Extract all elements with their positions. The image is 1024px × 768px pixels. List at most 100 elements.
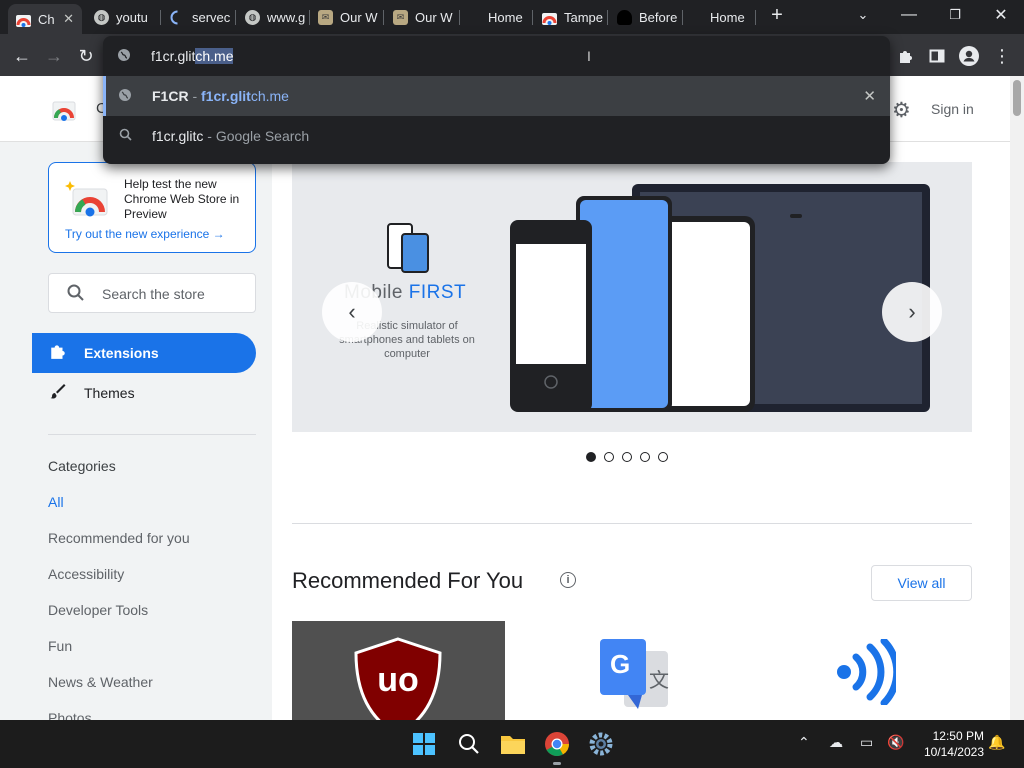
restore-icon[interactable]: ❐ bbox=[932, 0, 978, 30]
category-all[interactable]: All bbox=[48, 494, 64, 510]
forward-icon[interactable]: → bbox=[40, 42, 68, 70]
tab-strip: Ch ✕ ◍ youtu servec ◍ www.g ✉ Our W ✉ Ou… bbox=[0, 0, 1024, 34]
scrollbar-thumb[interactable] bbox=[1013, 80, 1021, 116]
extension-card-volume-master[interactable] bbox=[760, 621, 973, 720]
display-icon[interactable]: ▭ bbox=[860, 734, 873, 751]
try-preview-link[interactable]: Try out the new experience → bbox=[65, 227, 225, 241]
clock-date: 10/14/2023 bbox=[923, 745, 984, 759]
devices-illustration bbox=[510, 184, 930, 412]
globe-icon: ◍ bbox=[245, 9, 260, 25]
remove-suggestion-icon[interactable]: ✕ bbox=[863, 87, 876, 105]
text-cursor-icon: I bbox=[587, 48, 591, 64]
carousel-pager bbox=[586, 452, 668, 462]
tab[interactable]: ◍ www.g bbox=[237, 4, 309, 30]
category-news-weather[interactable]: News & Weather bbox=[48, 674, 153, 690]
nav-themes[interactable]: Themes bbox=[32, 373, 256, 413]
chevron-up-icon[interactable]: ⌃ bbox=[798, 734, 810, 751]
carousel-prev-button[interactable]: ‹ bbox=[322, 282, 382, 342]
category-recommended[interactable]: Recommended for you bbox=[48, 530, 190, 546]
sign-in-link[interactable]: Sign in bbox=[931, 101, 974, 117]
tab[interactable]: servec bbox=[162, 4, 234, 30]
featured-carousel[interactable]: Mobile FIRST Realistic simulator of smar… bbox=[292, 162, 972, 432]
file-explorer-icon[interactable] bbox=[497, 728, 529, 760]
minimize-icon[interactable]: — bbox=[886, 0, 932, 30]
windows-start-icon[interactable] bbox=[408, 728, 440, 760]
onedrive-offline-icon[interactable]: ☁ bbox=[829, 734, 843, 751]
sidebar: Help test the new Chrome Web Store in Pr… bbox=[0, 142, 272, 720]
tab[interactable]: Before bbox=[609, 4, 681, 30]
carousel-next-button[interactable]: › bbox=[882, 282, 942, 342]
clock[interactable]: 12:50 PM 10/14/2023 bbox=[916, 728, 984, 760]
tab[interactable]: Ch ✕ bbox=[8, 4, 82, 34]
carousel-dot[interactable] bbox=[604, 452, 614, 462]
nav-label: Themes bbox=[84, 385, 135, 401]
notification-bell-icon[interactable]: 🔔 bbox=[988, 734, 1005, 751]
volume-muted-icon[interactable]: 🔇 bbox=[887, 734, 904, 751]
carousel-dot[interactable] bbox=[622, 452, 632, 462]
tab-search-icon[interactable]: ⌄ bbox=[840, 0, 886, 30]
carousel-dot[interactable] bbox=[586, 452, 596, 462]
autocomplete-selection: ch.me bbox=[195, 48, 234, 64]
nav-extensions[interactable]: Extensions bbox=[32, 333, 256, 373]
divider bbox=[48, 434, 256, 435]
mobile-devices-icon bbox=[386, 222, 432, 279]
tab-title: Our W bbox=[415, 9, 453, 25]
scroll-icon: ✉ bbox=[318, 9, 333, 25]
suggestion-google-search[interactable]: f1cr.glitc - Google Search bbox=[103, 116, 890, 156]
category-photos[interactable]: Photos bbox=[48, 710, 92, 720]
menu-kebab-icon[interactable]: ⋮ bbox=[988, 42, 1016, 70]
extensions-puzzle-icon[interactable] bbox=[892, 42, 920, 70]
close-tab-icon[interactable]: ✕ bbox=[63, 11, 74, 27]
suggestion-f1cr[interactable]: F1CR - f1cr.glit ch.me ✕ bbox=[103, 76, 890, 116]
search-icon bbox=[67, 284, 85, 307]
preview-promo-card[interactable]: Help test the new Chrome Web Store in Pr… bbox=[48, 162, 256, 253]
tab-separator bbox=[532, 10, 533, 25]
view-all-button[interactable]: View all bbox=[871, 565, 972, 601]
chrome-taskbar-icon[interactable] bbox=[541, 728, 573, 765]
carousel-dot[interactable] bbox=[658, 452, 668, 462]
carousel-dot[interactable] bbox=[640, 452, 650, 462]
tab-title: Our W bbox=[340, 9, 378, 25]
globe-icon bbox=[118, 88, 132, 105]
suggestion-query: f1cr.glitc bbox=[152, 128, 204, 144]
extension-card-translate[interactable]: 文 G bbox=[526, 621, 739, 720]
dark-shield-icon bbox=[617, 9, 632, 25]
suggestion-url-rest: ch.me bbox=[250, 88, 289, 104]
recommended-heading: Recommended For You bbox=[292, 568, 524, 593]
tab[interactable]: Home bbox=[480, 4, 532, 30]
tab[interactable]: Home bbox=[702, 4, 754, 30]
tab-separator bbox=[160, 10, 161, 25]
address-text[interactable]: f1cr.glitch.me bbox=[151, 48, 234, 64]
tab[interactable]: ✉ Our W bbox=[310, 4, 382, 30]
sparkle-store-icon bbox=[65, 179, 109, 217]
info-icon[interactable]: i bbox=[560, 572, 576, 588]
close-window-icon[interactable]: ✕ bbox=[978, 0, 1024, 30]
ublock-logo-text: uo bbox=[377, 661, 419, 699]
search-icon[interactable] bbox=[453, 728, 485, 760]
tab-separator bbox=[459, 10, 460, 25]
settings-gear-icon[interactable] bbox=[585, 728, 617, 760]
suggestion-description: Google Search bbox=[215, 128, 310, 144]
tab-separator bbox=[682, 10, 683, 25]
category-developer-tools[interactable]: Developer Tools bbox=[48, 602, 148, 618]
store-search-input[interactable]: Search the store bbox=[48, 273, 256, 313]
tab[interactable]: Tampe bbox=[534, 4, 606, 30]
reload-icon[interactable]: ↻ bbox=[72, 42, 100, 70]
chrome-web-store-logo-icon[interactable] bbox=[52, 98, 76, 122]
category-fun[interactable]: Fun bbox=[48, 638, 72, 654]
side-panel-icon[interactable] bbox=[923, 42, 951, 70]
gear-icon[interactable]: ⚙ bbox=[892, 98, 911, 123]
back-icon[interactable]: ← bbox=[8, 42, 36, 70]
categories-heading: Categories bbox=[48, 458, 116, 474]
category-accessibility[interactable]: Accessibility bbox=[48, 566, 124, 582]
tab[interactable]: ◍ youtu bbox=[86, 4, 158, 30]
tab-title: www.g bbox=[267, 9, 306, 25]
address-bar[interactable]: f1cr.glitch.me I bbox=[103, 36, 890, 76]
profile-icon[interactable] bbox=[955, 42, 983, 70]
page-scrollbar[interactable] bbox=[1010, 76, 1024, 720]
tab-title: Home bbox=[710, 9, 745, 25]
new-tab-icon[interactable]: + bbox=[754, 0, 800, 30]
extension-card-ublock[interactable]: uo bbox=[292, 621, 505, 720]
google-translate-logo-icon: 文 bbox=[600, 639, 669, 709]
tab[interactable]: ✉ Our W bbox=[385, 4, 457, 30]
